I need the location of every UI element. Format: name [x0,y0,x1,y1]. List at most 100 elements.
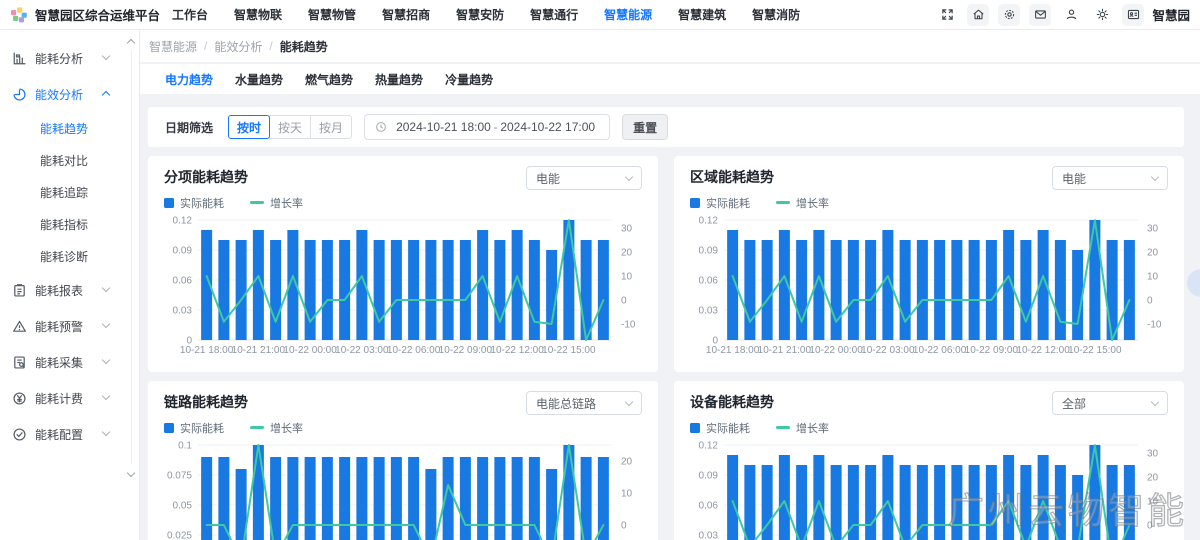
sidebar-item-label: 能耗报表 [35,282,83,299]
mode-button[interactable]: 按天 [269,115,311,139]
legend-item[interactable]: 实际能耗 [690,195,750,211]
brightness-icon[interactable] [1091,4,1113,26]
svg-text:0.06: 0.06 [173,276,193,287]
svg-text:0: 0 [1147,295,1153,306]
sidebar-subitem[interactable]: 能耗指标 [0,208,139,240]
sidebar-item-1[interactable]: 能效分析 [0,76,139,112]
sidebar-item-6[interactable]: 能耗配置 [0,416,139,452]
sidebar: 能耗分析能效分析能耗趋势能耗对比能耗追踪能耗指标能耗诊断能耗报表能耗预警能耗采集… [0,30,140,540]
nav-item[interactable]: 工作台 [172,6,208,23]
nav-item[interactable]: 智慧能源 [604,6,652,23]
nav-item[interactable]: 智慧通行 [530,6,578,23]
fullscreen-icon[interactable] [936,4,958,26]
chart-select[interactable]: 电能 [1052,166,1168,190]
top-nav: 工作台 智慧物联 智慧物管 智慧招商 智慧安防 智慧通行 智慧能源 智慧建筑 智慧消防 [172,6,800,23]
sidebar-subitem[interactable]: 能耗诊断 [0,240,139,272]
chart-title: 链路能耗趋势 [164,393,248,411]
chart-card-0: 分项能耗趋势电能实际能耗增长率00.030.060.090.12-1001020… [148,156,658,372]
legend-label: 实际能耗 [706,420,750,436]
svg-text:0.03: 0.03 [173,306,193,317]
nav-item[interactable]: 智慧物管 [308,6,356,23]
breadcrumb-item[interactable]: 能效分析 [214,38,262,55]
tab-电力趋势[interactable]: 电力趋势 [165,71,213,88]
nav-item[interactable]: 智慧安防 [456,6,504,23]
sidebar-scrollbar[interactable] [131,50,132,464]
date-end[interactable]: 2024-10-22 17:00 [500,120,595,134]
charts-grid: 分项能耗趋势电能实际能耗增长率00.030.060.090.12-1001020… [148,156,1184,540]
svg-text:0.03: 0.03 [699,306,719,317]
svg-text:10-22 15:00: 10-22 15:00 [1068,345,1122,356]
sidebar-item-label: 能耗分析 [35,50,83,67]
legend-line-swatch [250,201,264,204]
sidebar-item-2[interactable]: 能耗报表 [0,272,139,308]
user-icon[interactable] [1060,4,1082,26]
nav-item[interactable]: 智慧物联 [234,6,282,23]
sidebar-item-3[interactable]: 能耗预警 [0,308,139,344]
config-check-icon [12,427,27,442]
chevron-down-icon [102,428,110,436]
svg-text:10-21 18:00: 10-21 18:00 [706,345,760,356]
sidebar-subitem[interactable]: 能耗对比 [0,144,139,176]
date-mode-group: 按时按天按月 [228,115,352,139]
legend-item[interactable]: 增长率 [776,195,829,211]
chart-select-value: 电能总链路 [536,395,596,412]
breadcrumb: 智慧能源 / 能效分析 / 能耗趋势 [140,30,1200,62]
scroll-up-icon[interactable] [127,38,135,46]
legend-item[interactable]: 实际能耗 [164,420,224,436]
legend-item[interactable]: 增长率 [776,420,829,436]
mail-icon[interactable] [1029,4,1051,26]
breadcrumb-item[interactable]: 智慧能源 [149,38,197,55]
badge-gear-icon[interactable] [998,4,1020,26]
chart-card-3: 设备能耗趋势 全部实际能耗 增长率00.030.060.090.12-1001020… [674,381,1184,540]
chart-title: 设备能耗趋势 [690,393,774,411]
svg-text:10-22 03:00: 10-22 03:00 [335,345,389,356]
tab-燃气趋势[interactable]: 燃气趋势 [305,71,353,88]
legend-item[interactable]: 实际能耗 [690,420,750,436]
svg-text:10-22 12:00: 10-22 12:00 [1016,345,1070,356]
mode-button[interactable]: 按月 [310,115,352,139]
sidebar-item-4[interactable]: 能耗采集 [0,344,139,380]
mode-button[interactable]: 按时 [228,115,270,139]
sidebar-item-5[interactable]: 能耗计费 [0,380,139,416]
svg-text:10-21 21:00: 10-21 21:00 [758,345,812,356]
legend-item[interactable]: 增长率 [250,195,303,211]
nav-item[interactable]: 智慧招商 [382,6,430,23]
sidebar-item-label: 能效分析 [35,86,83,103]
chevron-up-icon [102,91,110,99]
legend-label: 实际能耗 [180,420,224,436]
date-range-input[interactable]: 2024-10-21 18:00 - 2024-10-22 17:00 [364,114,610,140]
reset-button[interactable]: 重置 [622,114,668,140]
nav-item[interactable]: 智慧消防 [752,6,800,23]
sidebar-subitem[interactable]: 能耗趋势 [0,112,139,144]
id-card-icon[interactable] [1122,4,1144,26]
chart-select[interactable]: 全部 [1052,391,1168,415]
svg-text:0.09: 0.09 [699,471,719,482]
tab-冷量趋势[interactable]: 冷量趋势 [445,71,493,88]
chart-canvas: 00.030.060.090.12-10010203010-21 18:0010… [690,437,1168,540]
chevron-down-icon [1151,397,1159,405]
sidebar-item-label: 能耗配置 [35,426,83,443]
legend-label: 实际能耗 [706,195,750,211]
scroll-down-icon[interactable] [127,470,135,478]
svg-text:0.075: 0.075 [167,471,192,482]
sidebar-subitem[interactable]: 能耗追踪 [0,176,139,208]
chart-select[interactable]: 电能总链路 [526,391,642,415]
sidebar-item-0[interactable]: 能耗分析 [0,40,139,76]
svg-text:0.025: 0.025 [167,531,192,540]
legend-bar-swatch [690,423,700,433]
money-icon [12,391,27,406]
breadcrumb-item-current: 能耗趋势 [280,38,328,55]
clock-icon [375,121,387,133]
date-start[interactable]: 2024-10-21 18:00 [396,120,491,134]
chart-select[interactable]: 电能 [526,166,642,190]
legend-item[interactable]: 实际能耗 [164,195,224,211]
header-actions [936,4,1144,26]
svg-text:0.1: 0.1 [178,441,192,452]
sidebar-item-label: 能耗采集 [35,354,83,371]
tab-水量趋势[interactable]: 水量趋势 [235,71,283,88]
nav-item[interactable]: 智慧建筑 [678,6,726,23]
tab-热量趋势[interactable]: 热量趋势 [375,71,423,88]
legend-item[interactable]: 增长率 [250,420,303,436]
home-icon[interactable] [967,4,989,26]
sidebar-item-label: 能耗预警 [35,318,83,335]
